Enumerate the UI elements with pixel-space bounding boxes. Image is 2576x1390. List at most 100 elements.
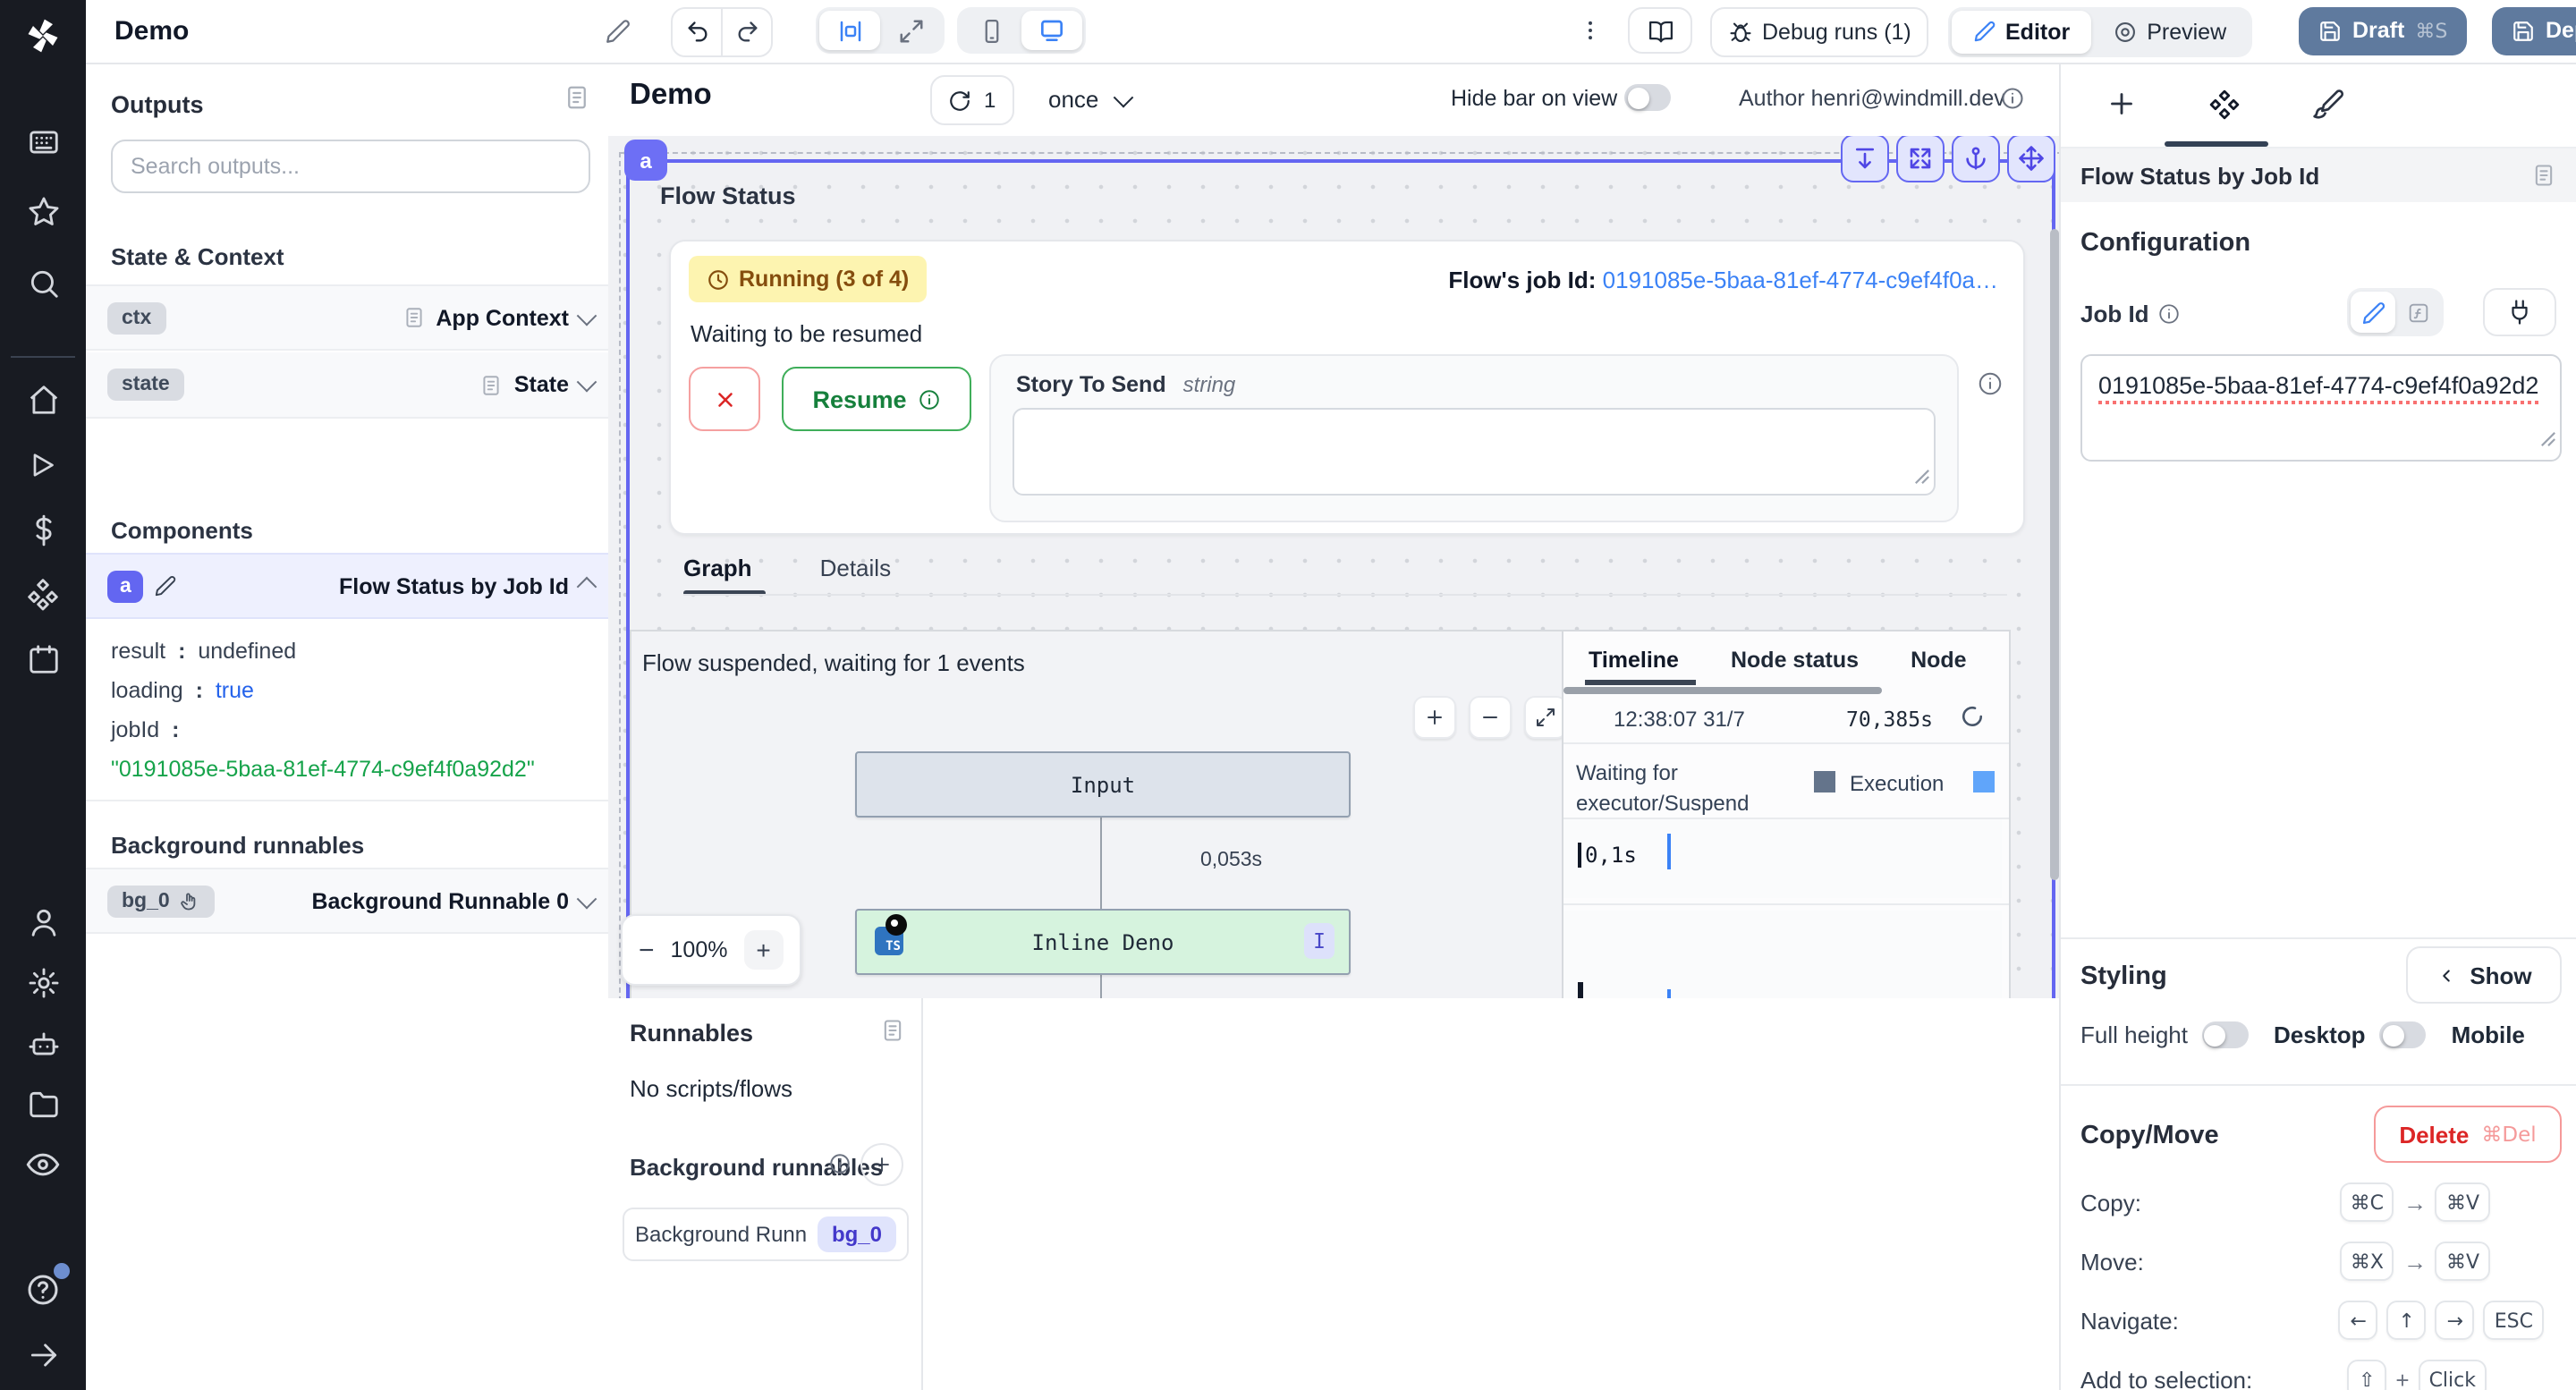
ctx-row[interactable]: ctx App Context [86,284,608,351]
component-settings-icon[interactable] [2204,84,2243,123]
static-input-pencil-icon[interactable] [2351,292,2395,333]
docs-book-button[interactable] [1628,7,1692,54]
users-icon[interactable] [21,900,64,943]
folders-icon[interactable] [21,1082,64,1125]
settings-gear-icon[interactable] [21,961,64,1004]
apps-icon[interactable] [21,120,64,163]
insert-plus-icon[interactable] [2102,84,2141,123]
favorites-star-icon[interactable] [21,190,64,233]
chevron-down-icon[interactable] [577,305,597,326]
fullwidth-layout-icon[interactable] [880,11,941,50]
component-a-row[interactable]: a Flow Status by Job Id [86,553,608,619]
kebab-menu-icon[interactable] [1578,14,1603,47]
runnables-title: Runnables [630,1020,753,1047]
audit-eye-icon[interactable] [21,1143,64,1186]
tab-node-status[interactable]: Node status [1731,648,1859,673]
bg-runnable-item[interactable]: Background Runna… bg_0 [623,1208,909,1261]
schedules-calendar-icon[interactable] [21,637,64,680]
chevron-down-icon[interactable] [577,888,597,909]
fit-view-icon[interactable] [1524,696,1567,739]
resize-handle-icon[interactable] [2540,422,2556,456]
form-info-icon[interactable] [1977,370,2004,397]
full-height-toggle[interactable] [2202,1021,2249,1048]
tab-timeline[interactable]: Timeline [1589,648,1679,673]
edit-id-pencil-icon[interactable] [155,574,178,598]
deploy-button[interactable]: Deploy [2492,6,2576,55]
expand-down-icon[interactable] [1841,136,1889,182]
state-row[interactable]: state State [86,352,608,419]
add-bg-runnable-button[interactable] [860,1143,903,1186]
function-input-icon[interactable] [2395,292,2440,333]
story-textarea[interactable] [1013,408,1936,496]
job-id-input[interactable]: 0191085e-5baa-81ef-4774-c9ef4f0a92d2 [2080,354,2562,462]
timeline-scrollbar[interactable] [1563,687,1882,694]
tab-graph[interactable]: Graph [683,555,752,581]
resume-button[interactable]: Resume [782,367,971,431]
zoom-out-icon[interactable] [1469,696,1512,739]
component-doc-icon[interactable] [2531,163,2556,188]
variables-dollar-icon[interactable] [21,508,64,551]
canvas-vertical-scrollbar[interactable] [2050,229,2059,880]
hide-bar-toggle[interactable] [1624,84,1671,111]
canvas[interactable]: a Flow Status Running (3 of 4) Flow's jo… [608,136,2061,1000]
desktop-view-icon[interactable] [1021,11,1082,50]
search-outputs-input[interactable] [111,140,590,193]
resources-cubes-icon[interactable] [21,572,64,615]
jobid-info-icon[interactable] [2158,302,2182,326]
connect-plug-icon[interactable] [2483,288,2556,336]
zoom-in-button[interactable]: + [744,930,784,970]
result-prop: result : undefined [111,639,296,664]
bg-runnables-info-icon[interactable] [828,1152,852,1175]
search-icon[interactable] [21,261,64,304]
tab-details[interactable]: Details [820,555,892,581]
home-icon[interactable] [21,377,64,420]
maximize-icon[interactable] [1896,136,1945,182]
flow-graph[interactable]: Flow suspended, waiting for 1 events Inp… [630,630,2011,1000]
flow-job-link[interactable]: 0191085e-5baa-81ef-4774-c9ef4f0a… [1603,267,1998,293]
zoom-in-icon[interactable] [1413,696,1456,739]
rename-pencil-icon[interactable] [605,18,631,45]
runnables-doc-icon[interactable] [880,1018,905,1043]
workers-robot-icon[interactable] [21,1021,64,1064]
schedule-dropdown[interactable]: once [1048,86,1131,113]
collapse-arrow-icon[interactable] [21,1333,64,1376]
debug-runs-button[interactable]: Debug runs (1) [1710,7,1929,57]
bg0-row[interactable]: bg_0 Background Runnable 0 [86,868,608,934]
panel-doc-icon[interactable] [564,84,590,111]
timeline-row-partial[interactable] [1563,911,2002,1000]
state-doc-icon [480,373,504,396]
component-tag-a[interactable]: a [624,140,667,181]
zoom-out-button[interactable]: − [639,935,655,965]
author-info-icon[interactable] [2000,86,2025,111]
left-icon-rail [0,0,86,1390]
undo-icon[interactable] [673,9,723,55]
centered-layout-icon[interactable] [819,11,880,50]
chevron-up-icon[interactable] [577,576,597,597]
bg0-label: Background Runnable 0 [311,888,569,913]
deno-logo-icon [886,914,907,936]
tab-node-more[interactable]: Node [1911,648,1967,673]
tab-preview[interactable]: Preview [2091,10,2248,53]
cancel-button[interactable] [689,367,760,431]
move-icon[interactable] [2007,136,2055,182]
mobile-view-icon[interactable] [961,11,1021,50]
refresh-count-button[interactable]: 1 [930,75,1013,125]
draft-button[interactable]: Draft ⌘S [2299,6,2467,55]
theme-brush-icon[interactable] [2308,84,2347,123]
flow-status-component[interactable]: a Flow Status Running (3 of 4) Flow's jo… [626,159,2055,1000]
show-styling-button[interactable]: Show [2406,946,2562,1004]
windmill-logo[interactable] [21,14,64,57]
node-input[interactable]: Input [855,751,1351,818]
anchor-icon[interactable] [1952,136,2000,182]
zoom-level: 100% [671,937,728,962]
help-icon[interactable] [21,1268,64,1311]
chevron-down-icon[interactable] [577,372,597,393]
resize-handle-icon[interactable] [1914,463,1930,490]
tab-editor[interactable]: Editor [1952,10,2091,53]
desktop-toggle[interactable] [2380,1021,2427,1048]
runs-play-icon[interactable] [21,444,64,487]
timeline-row[interactable]: 0,1s [1563,819,2002,898]
node-inline-deno[interactable]: TS Inline Deno I [855,909,1351,975]
delete-button[interactable]: Delete ⌘Del [2374,1106,2562,1163]
redo-icon[interactable] [723,9,771,55]
